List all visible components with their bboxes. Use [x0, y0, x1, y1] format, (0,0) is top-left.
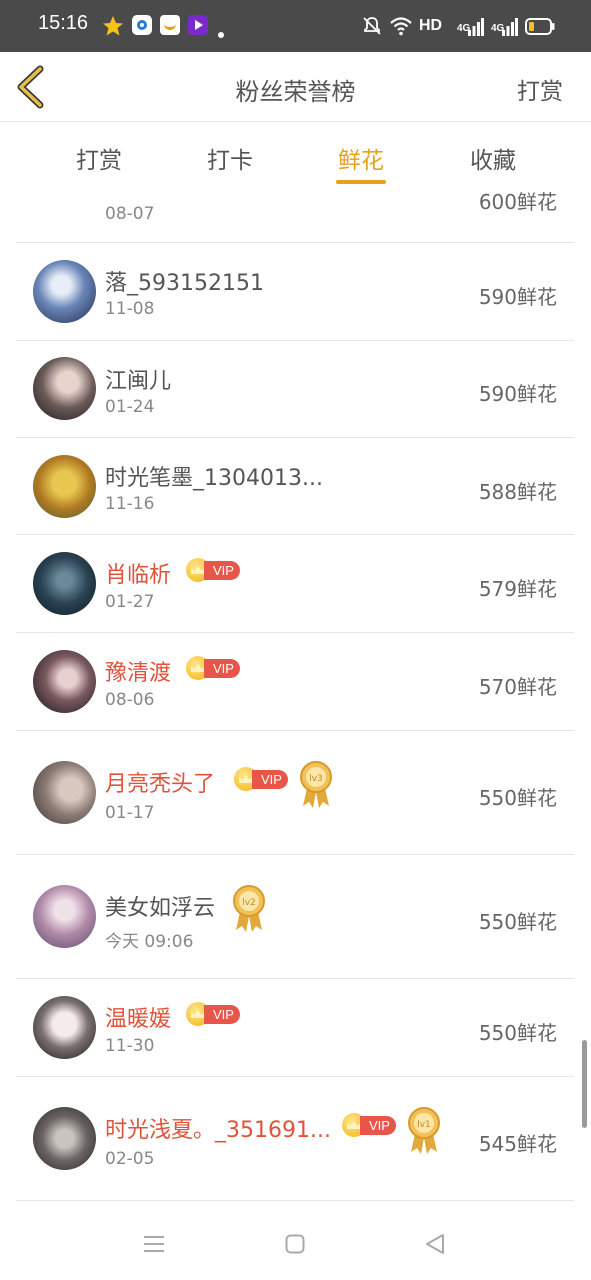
vip-badge: VIP	[186, 1002, 242, 1026]
status-time: 15:16	[38, 12, 89, 34]
menu-icon[interactable]	[143, 1234, 165, 1254]
vip-badge: VIP	[186, 656, 242, 680]
status-bar: 15:16 HD 4G 4G	[0, 0, 591, 52]
flower-count: 590鲜花	[478, 382, 557, 406]
avatar	[33, 761, 96, 824]
svg-text:lv1: lv1	[417, 1120, 431, 1130]
user-name: 肖临析	[105, 563, 172, 588]
flower-count: 550鲜花	[478, 786, 557, 810]
avatar	[33, 455, 96, 518]
date-label: 08-06	[105, 690, 155, 710]
notification-dot-icon	[218, 32, 224, 38]
avatar	[33, 552, 96, 615]
list-item[interactable]: 温暖媛 VIP 11-30 550鲜花	[16, 979, 574, 1077]
user-name: 月亮秃头了	[105, 772, 216, 797]
flower-count: 570鲜花	[478, 675, 557, 699]
date-label: 02-05	[105, 1149, 155, 1169]
user-name: 温暖媛	[105, 1007, 172, 1032]
date-label: 01-27	[105, 592, 155, 612]
date-label: 11-08	[105, 299, 155, 319]
avatar	[33, 1107, 96, 1170]
avatar	[33, 357, 96, 420]
user-name: 江闽儿	[105, 369, 172, 394]
svg-text:lv3: lv3	[309, 774, 323, 784]
list-item[interactable]: 肖临析 VIP 01-27 579鲜花	[16, 535, 574, 633]
date-label: 01-24	[105, 397, 155, 417]
flower-count: 590鲜花	[478, 285, 557, 309]
user-name: 美女如浮云	[105, 896, 216, 921]
flower-count: 545鲜花	[478, 1132, 557, 1156]
signal-icon	[468, 18, 484, 36]
wifi-icon	[390, 17, 412, 36]
tab-active-indicator	[336, 180, 386, 184]
tab-favorites[interactable]: 收藏	[453, 141, 533, 175]
date-label: 11-30	[105, 1036, 155, 1056]
tab-reward[interactable]: 打赏	[59, 141, 139, 175]
level-medal-icon: lv3	[300, 761, 332, 808]
header: 粉丝荣誉榜 打赏	[0, 52, 591, 122]
avatar	[33, 885, 96, 948]
list-item[interactable]: 美女如浮云 lv2 今天 09:06 550鲜花	[16, 855, 574, 979]
svg-text:lv2: lv2	[242, 898, 256, 908]
tab-bar: 打赏 打卡 鲜花 收藏	[0, 123, 591, 187]
list-item[interactable]: 时光笔墨_1304013... 11-16 588鲜花	[16, 438, 574, 535]
page-title: 粉丝荣誉榜	[235, 78, 356, 106]
reward-button[interactable]: 打赏	[517, 72, 563, 106]
vip-label: VIP	[360, 1116, 396, 1135]
scrollbar[interactable]	[582, 1040, 587, 1128]
list-item[interactable]: 时光浅夏。_351691... VIP lv1 02-05 545鲜花	[16, 1077, 574, 1201]
date-label: 今天 09:06	[105, 932, 194, 952]
vip-badge: VIP	[234, 767, 290, 791]
tab-checkin[interactable]: 打卡	[190, 141, 270, 175]
app-icon	[160, 15, 180, 35]
vip-label: VIP	[204, 561, 240, 580]
list-item[interactable]: 落_593152151 11-08 590鲜花	[16, 243, 574, 341]
list-item[interactable]: 江闽儿 01-24 590鲜花	[16, 341, 574, 438]
date-label: 01-17	[105, 803, 155, 823]
vip-label: VIP	[204, 1005, 240, 1024]
avatar	[33, 650, 96, 713]
vip-badge: VIP	[186, 558, 242, 582]
list-item[interactable]: 豫清渡 VIP 08-06 570鲜花	[16, 633, 574, 731]
flower-count: 588鲜花	[478, 480, 557, 504]
vip-badge: VIP	[342, 1113, 398, 1137]
flower-count: 550鲜花	[478, 1021, 557, 1045]
avatar	[33, 996, 96, 1059]
date-label: 08-07	[105, 204, 155, 224]
user-name: 时光笔墨_1304013...	[105, 466, 323, 491]
list-item[interactable]: 08-07 600鲜花	[16, 187, 574, 243]
tab-flowers[interactable]: 鲜花	[321, 141, 401, 175]
app-icon	[132, 15, 152, 35]
flower-count: 579鲜花	[478, 577, 557, 601]
home-icon[interactable]	[285, 1234, 305, 1254]
flower-count: 550鲜花	[478, 910, 557, 934]
mute-icon	[363, 17, 381, 35]
vip-label: VIP	[252, 770, 288, 789]
system-nav-bar	[0, 1207, 591, 1280]
app-icon	[188, 15, 208, 35]
hd-label: HD	[419, 17, 443, 34]
battery-icon	[525, 18, 555, 35]
back-nav-icon[interactable]	[424, 1233, 446, 1255]
level-medal-icon: lv1	[408, 1107, 440, 1154]
list-item[interactable]: 月亮秃头了 VIP lv3 01-17 550鲜花	[16, 731, 574, 855]
vip-label: VIP	[204, 659, 240, 678]
date-label: 11-16	[105, 494, 155, 514]
star-icon	[103, 16, 123, 36]
avatar	[33, 260, 96, 323]
user-name: 豫清渡	[105, 661, 172, 686]
flower-count: 600鲜花	[478, 190, 557, 214]
signal-icon	[502, 18, 518, 36]
user-name: 时光浅夏。_351691...	[105, 1118, 331, 1143]
level-medal-icon: lv2	[233, 885, 265, 932]
user-name: 落_593152151	[105, 271, 264, 296]
fan-ranking-list[interactable]: 08-07 600鲜花 落_593152151 11-08 590鲜花 江闽儿 …	[0, 187, 591, 1207]
